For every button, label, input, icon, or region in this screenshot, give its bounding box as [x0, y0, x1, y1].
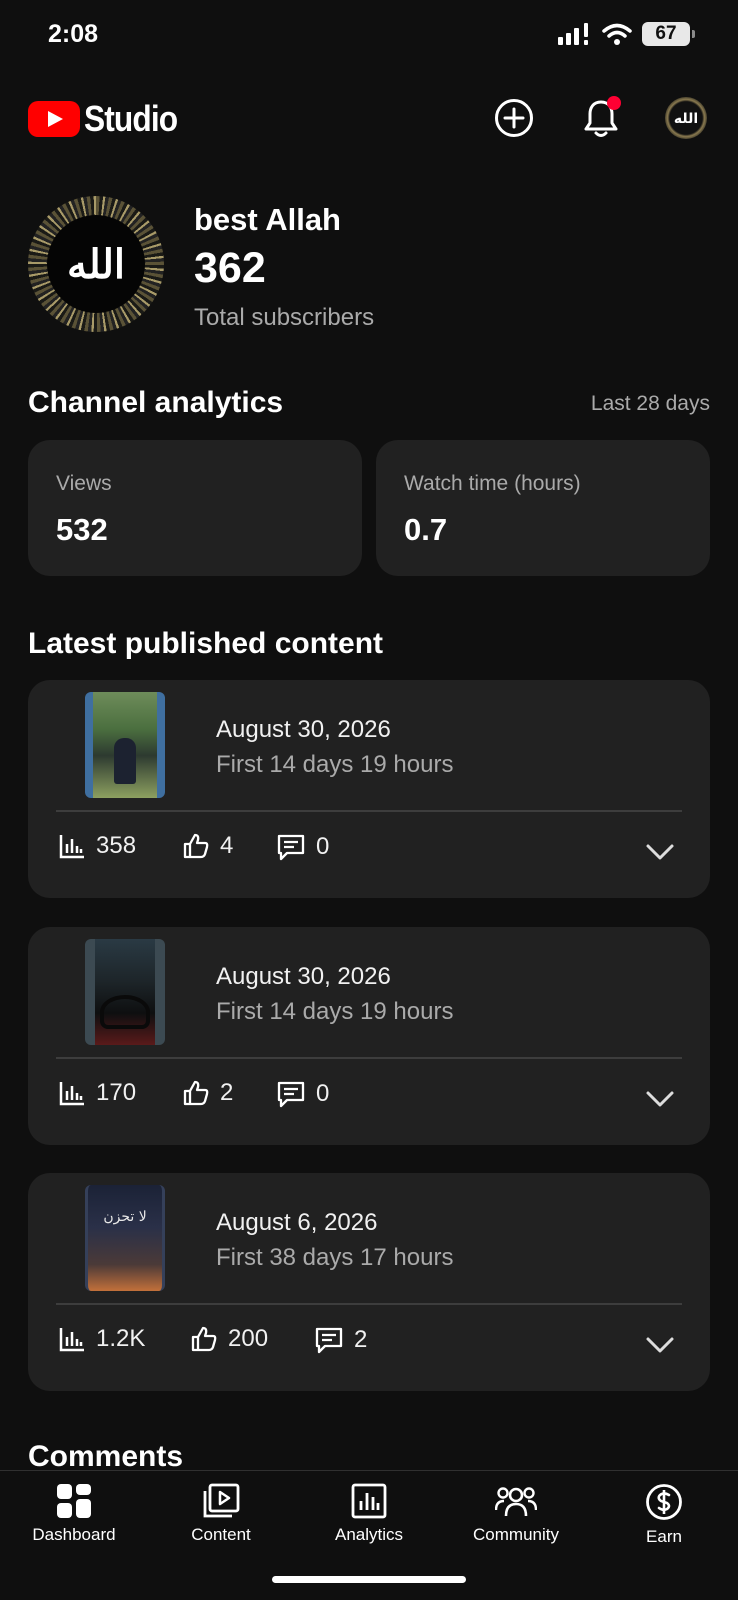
thumbs-up-icon	[183, 833, 209, 859]
likes-metric: 2	[182, 1079, 233, 1107]
channel-summary: الله best Allah 362 Total subscribers	[28, 196, 718, 336]
thumbs-up-icon	[183, 1080, 209, 1106]
views-metric: 170	[58, 1079, 136, 1107]
status-bar: 2:08 67	[0, 0, 738, 72]
nav-label: Community	[473, 1525, 559, 1544]
views-count: 358	[96, 832, 137, 859]
stats-period: First 14 days 19 hours	[216, 751, 454, 778]
dollar-icon	[646, 1484, 682, 1520]
status-icons: 67	[558, 22, 695, 46]
thumbnail-figure	[114, 738, 136, 784]
divider	[56, 810, 682, 812]
channel-name: best Allah	[194, 202, 341, 237]
likes-count: 2	[220, 1079, 234, 1106]
comments-title: Comments	[28, 1440, 184, 1473]
comments-count: 2	[354, 1326, 368, 1353]
content-card[interactable]: لا تحزن August 6, 2026 First 38 days 17 …	[28, 1173, 710, 1391]
stat-label: Views	[56, 472, 112, 495]
chevron-down-icon[interactable]	[644, 838, 676, 866]
views-count: 170	[96, 1079, 137, 1106]
nav-community[interactable]: Community	[451, 1483, 581, 1545]
avatar: الله	[665, 97, 707, 139]
comments-metric: 2	[314, 1325, 367, 1355]
notifications-button[interactable]	[577, 94, 625, 142]
analytics-title: Channel analytics	[28, 386, 284, 419]
comments-metric: 0	[276, 832, 329, 862]
publish-date: August 30, 2026	[216, 716, 391, 743]
home-indicator[interactable]	[272, 1576, 466, 1583]
divider	[56, 1057, 682, 1059]
divider	[56, 1303, 682, 1305]
video-thumbnail[interactable]	[85, 939, 165, 1045]
thumbs-up-icon	[191, 1326, 217, 1352]
create-button[interactable]	[490, 94, 538, 142]
bar-chart-icon	[59, 1328, 84, 1352]
content-card[interactable]: August 30, 2026 First 14 days 19 hours 3…	[28, 680, 710, 898]
views-metric: 1.2K	[58, 1325, 145, 1353]
bar-chart-icon	[59, 835, 84, 859]
battery-indicator: 67	[642, 22, 695, 46]
stats-period: First 38 days 17 hours	[216, 1244, 454, 1271]
bar-chart-icon	[59, 1082, 84, 1106]
stat-label: Watch time (hours)	[404, 472, 581, 495]
publish-date: August 6, 2026	[216, 1209, 378, 1236]
subscriber-label: Total subscribers	[194, 304, 375, 331]
account-button[interactable]: الله	[662, 94, 710, 142]
nav-label: Analytics	[334, 1525, 404, 1544]
chevron-down-icon[interactable]	[644, 1331, 676, 1359]
publish-date: August 30, 2026	[216, 963, 391, 990]
nav-content[interactable]: Content	[156, 1483, 286, 1545]
community-icon	[495, 1487, 537, 1517]
channel-avatar[interactable]: الله	[28, 196, 164, 332]
comment-icon	[277, 1081, 305, 1108]
video-thumbnail[interactable]: لا تحزن	[85, 1185, 165, 1291]
notification-badge	[607, 96, 621, 110]
channel-avatar-calligraphy: الله	[47, 215, 145, 313]
avatar-text: الله	[673, 109, 699, 126]
stat-value: 532	[56, 512, 108, 547]
stats-period: First 14 days 19 hours	[216, 998, 454, 1025]
comment-icon	[277, 834, 305, 861]
comment-icon	[315, 1327, 343, 1354]
nav-label: Earn	[646, 1527, 682, 1546]
dashboard-icon	[57, 1484, 91, 1518]
likes-metric: 200	[190, 1325, 268, 1353]
latest-content-title: Latest published content	[28, 627, 384, 660]
analytics-icon	[351, 1483, 387, 1519]
views-count: 1.2K	[96, 1325, 146, 1352]
youtube-play-icon	[28, 101, 80, 137]
logo-text: Studio	[84, 98, 178, 139]
chevron-down-icon[interactable]	[644, 1085, 676, 1113]
subscriber-count: 362	[194, 244, 266, 292]
nav-dashboard[interactable]: Dashboard	[9, 1483, 139, 1545]
youtube-studio-logo[interactable]: Studio	[28, 98, 190, 140]
likes-metric: 4	[182, 832, 233, 860]
watch-time-card[interactable]: Watch time (hours) 0.7	[376, 440, 710, 576]
add-circle-icon	[495, 99, 533, 137]
thumbnail-steering-wheel	[100, 995, 150, 1029]
content-card[interactable]: August 30, 2026 First 14 days 19 hours 1…	[28, 927, 710, 1145]
comments-count: 0	[316, 833, 330, 860]
status-time: 2:08	[48, 20, 99, 48]
video-library-icon	[203, 1483, 240, 1518]
nav-label: Dashboard	[32, 1525, 116, 1544]
nav-earn[interactable]: Earn	[599, 1483, 729, 1547]
views-card[interactable]: Views 532	[28, 440, 362, 576]
thumbnail-text: لا تحزن	[103, 1209, 147, 1225]
likes-count: 200	[228, 1325, 269, 1352]
video-thumbnail[interactable]	[85, 692, 165, 798]
stat-value: 0.7	[404, 512, 448, 547]
nav-label: Content	[191, 1525, 251, 1544]
wifi-icon	[602, 23, 632, 45]
app-header: Studio الله	[0, 88, 738, 148]
views-metric: 358	[58, 832, 136, 860]
nav-analytics[interactable]: Analytics	[304, 1483, 434, 1545]
comments-count: 0	[316, 1080, 330, 1107]
signal-icon	[558, 23, 588, 45]
comments-metric: 0	[276, 1079, 329, 1109]
analytics-range: Last 28 days	[590, 392, 710, 415]
likes-count: 4	[220, 832, 234, 859]
